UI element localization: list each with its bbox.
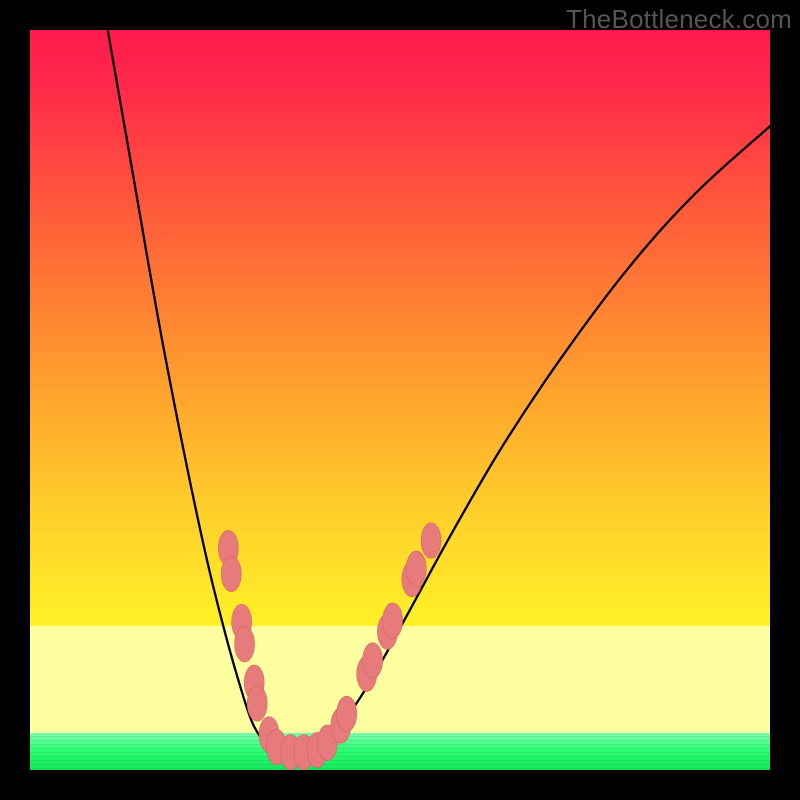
data-marker [337,696,357,732]
watermark-text: TheBottleneck.com [566,4,792,35]
data-marker [383,603,403,639]
data-marker [421,523,441,559]
data-marker [247,686,267,722]
chart-frame: TheBottleneck.com [0,0,800,800]
data-marker [221,556,241,592]
bottleneck-curve [108,30,770,753]
curve-layer [30,30,770,770]
data-marker [363,643,383,679]
data-marker [235,626,255,662]
data-marker [406,551,426,587]
plot-area [30,30,770,770]
